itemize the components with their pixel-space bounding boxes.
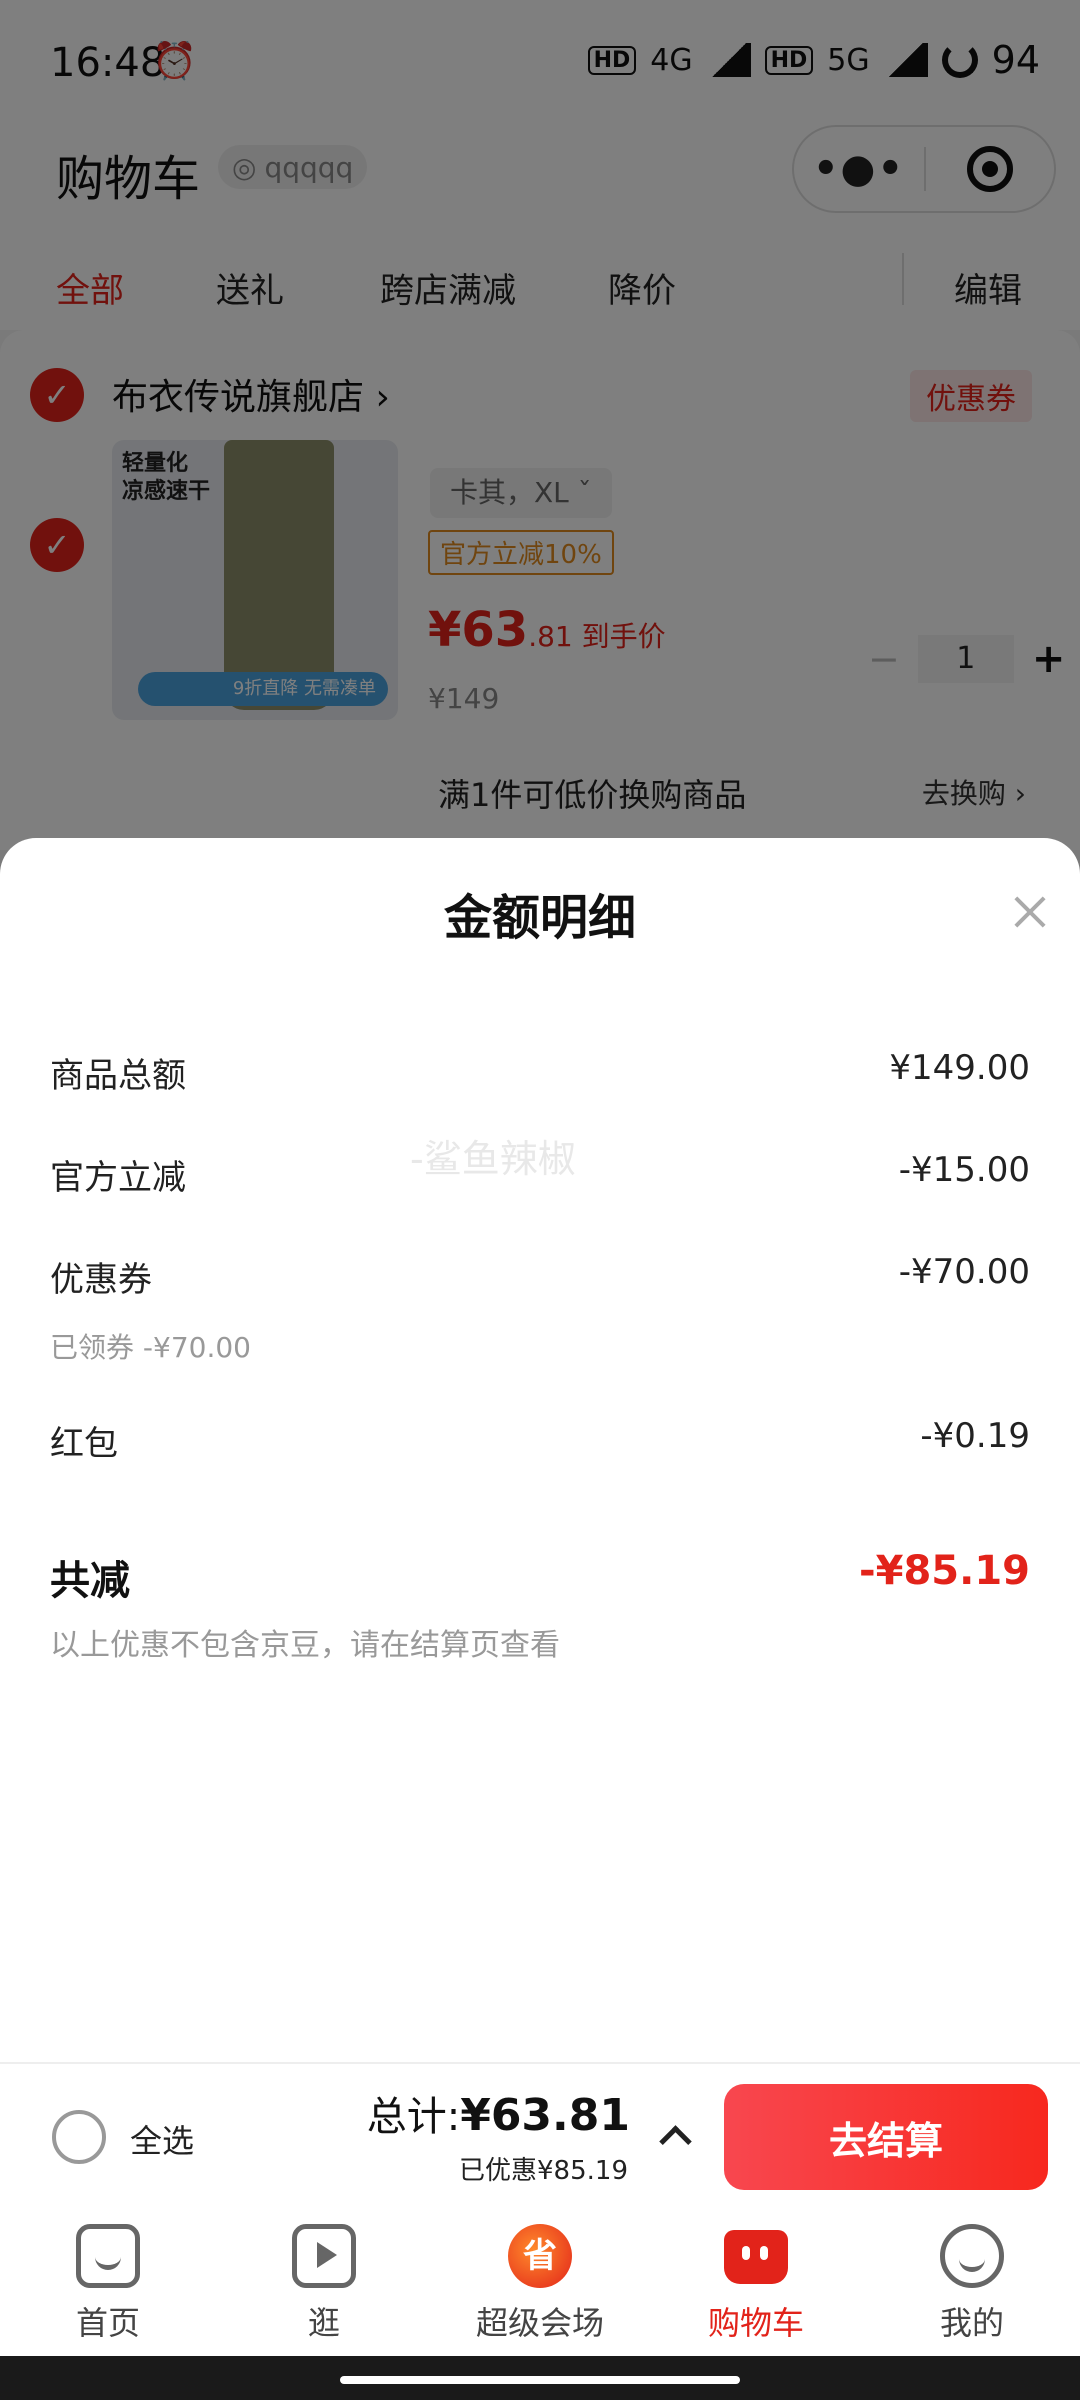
row-label-subtotal: 商品总额 (50, 1056, 186, 1096)
total-discount-value: -¥85.19 (859, 1548, 1030, 1594)
row-value-red-packet: -¥0.19 (920, 1416, 1030, 1456)
play-icon (292, 2224, 356, 2288)
cart-icon (724, 2230, 788, 2284)
tabbar-item-browse[interactable]: 逛 (216, 2206, 432, 2356)
row-label-red-packet: 红包 (50, 1424, 118, 1464)
row-sub-coupon: 已领券 -¥70.00 (50, 1331, 251, 1364)
total-prefix: 总计: (366, 2094, 461, 2140)
tabbar-item-cart[interactable]: 购物车 (648, 2206, 864, 2356)
close-icon[interactable] (1008, 890, 1052, 934)
total-discount-label: 共减 (50, 1558, 130, 1604)
tabbar-item-mine[interactable]: 我的 (864, 2206, 1080, 2356)
total-price: 总计:¥63.81 (367, 2084, 630, 2142)
tabbar-label-venue: 超级会场 (475, 2304, 604, 2342)
checkout-bar: 全选 总计:¥63.81 已优惠¥85.19 去结算 (0, 2062, 1080, 2206)
home-icon (76, 2224, 140, 2288)
tabbar-item-home[interactable]: 首页 (0, 2206, 216, 2356)
sheet-title: 金额明细 (443, 890, 636, 946)
total-amount: ¥63.81 (460, 2090, 630, 2141)
tabbar-label-cart: 购物车 (707, 2304, 804, 2342)
row-value-coupon: -¥70.00 (898, 1252, 1030, 1292)
select-all-label[interactable]: 全选 (130, 2116, 194, 2162)
tabbar-label-home: 首页 (75, 2304, 140, 2342)
saved-amount: 已优惠¥85.19 (459, 2156, 628, 2186)
total-discount-note: 以上优惠不包含京豆，请在结算页查看 (50, 1628, 560, 1663)
row-label-official-discount: 官方立减 (50, 1158, 186, 1198)
face-icon (940, 2224, 1004, 2288)
sale-icon: 省 (508, 2224, 572, 2288)
system-nav-bar (0, 2356, 1080, 2400)
home-indicator[interactable] (340, 2376, 740, 2384)
select-all-radio[interactable] (52, 2110, 106, 2164)
row-value-subtotal: ¥149.00 (889, 1048, 1030, 1088)
watermark: -鲨鱼辣椒 (410, 1137, 576, 1181)
row-label-coupon: 优惠券 (50, 1260, 152, 1300)
bottom-tab-bar: 首页 逛 省 超级会场 购物车 我的 (0, 2206, 1080, 2356)
row-value-official-discount: -¥15.00 (898, 1150, 1030, 1190)
tabbar-label-browse: 逛 (307, 2304, 340, 2342)
tabbar-item-venue[interactable]: 省 超级会场 (432, 2206, 648, 2356)
checkout-button[interactable]: 去结算 (724, 2084, 1048, 2190)
chevron-up-icon[interactable] (658, 2120, 692, 2154)
tabbar-label-mine: 我的 (939, 2304, 1004, 2342)
